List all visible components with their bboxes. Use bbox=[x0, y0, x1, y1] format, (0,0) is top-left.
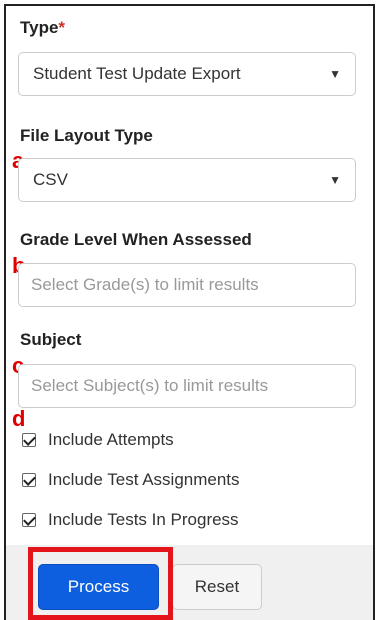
type-select-value: Student Test Update Export bbox=[33, 64, 241, 83]
grade-label: Grade Level When Assessed bbox=[20, 230, 252, 249]
subject-input-placeholder: Select Subject(s) to limit results bbox=[31, 376, 269, 395]
checkbox-checked-icon[interactable] bbox=[22, 513, 36, 527]
file-layout-select[interactable]: CSV ▼ bbox=[18, 158, 356, 202]
include-test-assignments-label: Include Test Assignments bbox=[48, 470, 240, 489]
grade-input[interactable]: Select Grade(s) to limit results bbox=[18, 263, 356, 307]
include-test-assignments-checkbox[interactable]: Include Test Assignments bbox=[22, 468, 240, 492]
type-select[interactable]: Student Test Update Export ▼ bbox=[18, 52, 356, 96]
reset-button[interactable]: Reset bbox=[172, 564, 262, 610]
file-layout-label: File Layout Type bbox=[20, 126, 153, 145]
include-tests-in-progress-checkbox[interactable]: Include Tests In Progress bbox=[22, 508, 239, 532]
include-attempts-label: Include Attempts bbox=[48, 430, 174, 449]
type-label: Type* bbox=[20, 18, 65, 38]
include-tests-in-progress-label: Include Tests In Progress bbox=[48, 510, 239, 529]
file-layout-select-value: CSV bbox=[33, 170, 68, 189]
caret-down-icon: ▼ bbox=[329, 67, 341, 81]
checkbox-checked-icon[interactable] bbox=[22, 473, 36, 487]
type-label-text: Type bbox=[20, 18, 59, 37]
grade-input-placeholder: Select Grade(s) to limit results bbox=[31, 275, 259, 294]
subject-label: Subject bbox=[20, 330, 82, 349]
checkbox-checked-icon[interactable] bbox=[22, 433, 36, 447]
subject-input[interactable]: Select Subject(s) to limit results bbox=[18, 364, 356, 408]
annotation-marker-d: d bbox=[12, 406, 26, 431]
process-highlight-box bbox=[28, 547, 173, 620]
include-attempts-checkbox[interactable]: Include Attempts bbox=[22, 428, 174, 452]
caret-down-icon: ▼ bbox=[329, 173, 341, 187]
required-asterisk: * bbox=[58, 18, 66, 37]
